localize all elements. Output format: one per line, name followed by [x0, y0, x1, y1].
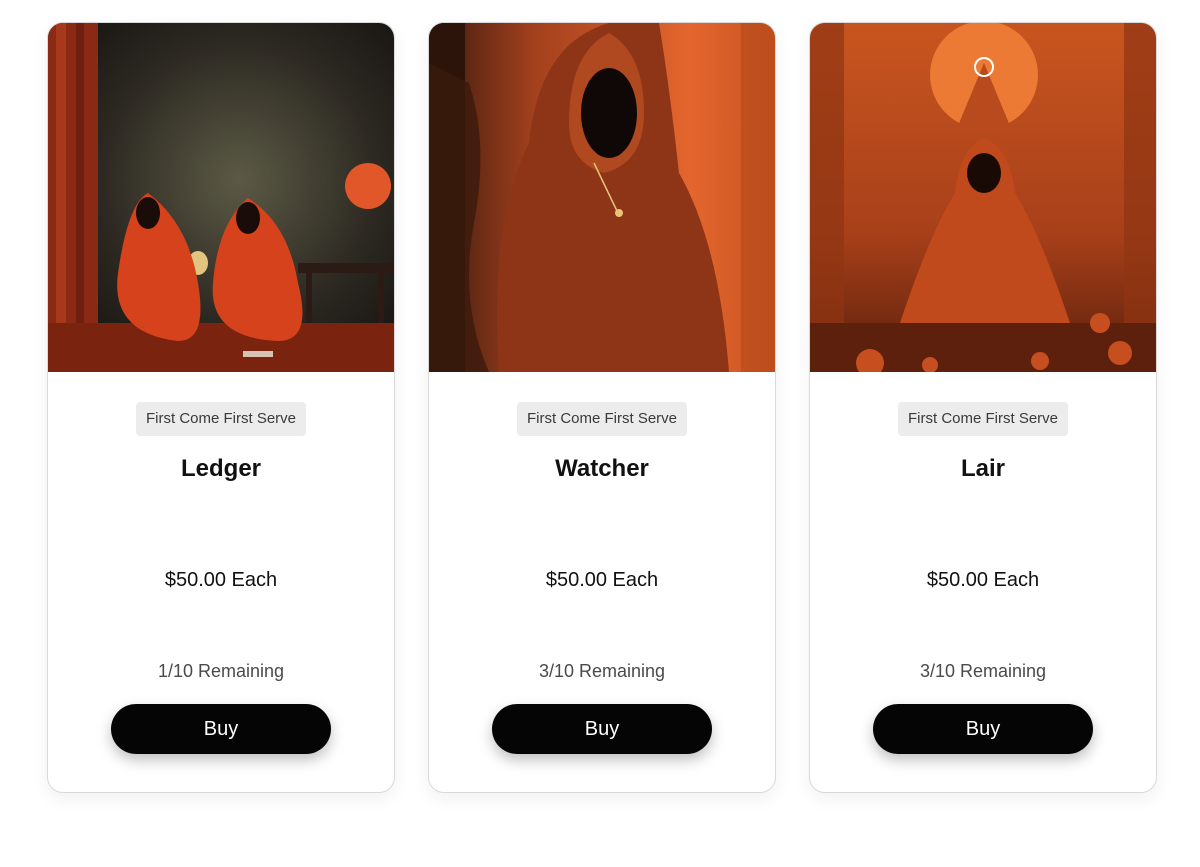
product-price: $50.00 Each	[545, 569, 659, 591]
product-name: Lair	[960, 455, 1005, 482]
product-card-lair: First Come First Serve Lair $50.00 Each …	[809, 22, 1157, 793]
product-price: $50.00 Each	[926, 569, 1040, 591]
remaining-count: 3/10 Remaining	[538, 661, 666, 681]
remaining-count: 3/10 Remaining	[919, 661, 1047, 681]
product-grid: First Come First Serve Ledger $50.00 Eac…	[0, 0, 1200, 867]
remaining-count: 1/10 Remaining	[157, 661, 285, 681]
product-image[interactable]	[429, 23, 776, 372]
availability-badge: First Come First Serve	[135, 402, 307, 436]
product-image[interactable]	[48, 23, 395, 372]
product-name: Ledger	[180, 455, 261, 482]
product-name: Watcher	[555, 455, 649, 482]
buy-button[interactable]: Buy	[111, 704, 331, 754]
product-card-ledger: First Come First Serve Ledger $50.00 Eac…	[47, 22, 395, 793]
availability-badge: First Come First Serve	[897, 402, 1069, 436]
product-image[interactable]	[810, 23, 1157, 372]
availability-badge: First Come First Serve	[516, 402, 688, 436]
buy-button[interactable]: Buy	[873, 704, 1093, 754]
product-card-watcher: First Come First Serve Watcher $50.00 Ea…	[428, 22, 776, 793]
product-price: $50.00 Each	[164, 569, 278, 591]
buy-button[interactable]: Buy	[492, 704, 712, 754]
